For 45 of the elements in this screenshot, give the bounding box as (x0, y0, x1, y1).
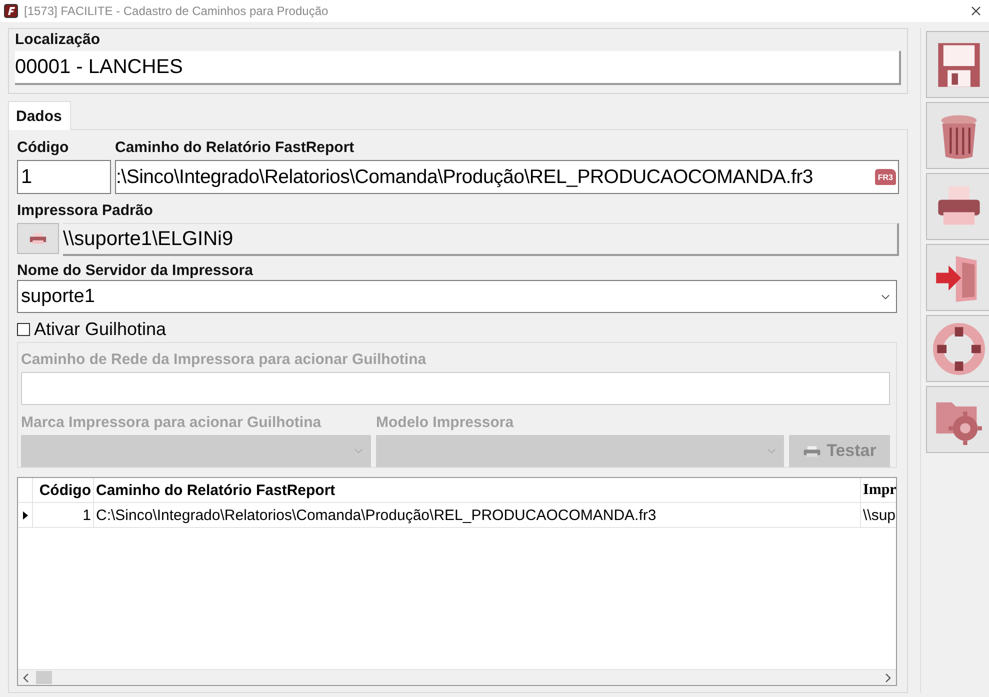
scroll-thumb[interactable] (36, 671, 52, 684)
delete-button[interactable] (926, 102, 989, 169)
input-field[interactable]: :\Sinco\Integrado\Relatorios\Comanda\Produção\REL_PRODUCAOCOMANDA.fr3 FR3 (115, 160, 899, 194)
config-button[interactable] (926, 386, 989, 453)
field-label: Localização (15, 31, 102, 49)
help-button[interactable] (926, 315, 989, 382)
field-label: Nome do Servidor da Impressora (17, 262, 254, 280)
printer-button[interactable] (17, 223, 59, 254)
checkbox[interactable] (17, 323, 30, 336)
field-label: Marca Impressora para acionar Guilhotina (21, 414, 322, 432)
printer-icon (29, 232, 47, 245)
window-title: [1573] FACILITE - Cadastro de Caminhos para Produção (24, 4, 330, 18)
chevron-down-icon (767, 448, 776, 454)
field-label: Caminho de Rede da Impressora para acionar Guilhotina (21, 351, 428, 369)
horizontal-scrollbar[interactable] (18, 669, 896, 685)
print-button[interactable] (926, 173, 989, 240)
checkbox-label: Ativar Guilhotina (34, 319, 166, 340)
tab[interactable]: Dados (8, 101, 71, 130)
input-field[interactable]: \\suporte1\ELGINi9 (63, 223, 899, 256)
dropdown[interactable]: suporte1 (17, 280, 897, 313)
folder-file-button[interactable]: FR3 (874, 169, 896, 185)
chevron-down-icon (354, 448, 363, 454)
location-field[interactable]: 00001 - LANCHES (15, 51, 901, 85)
table-cell-text: \\sup (862, 506, 896, 526)
field-label: Código (17, 139, 70, 157)
lifebuoy-icon (933, 322, 985, 374)
input-field[interactable]: 1 (17, 160, 111, 194)
printer-icon (802, 444, 821, 458)
app-logo-icon (4, 4, 18, 18)
save-button[interactable] (926, 31, 989, 98)
input-field[interactable] (21, 372, 890, 405)
close-icon[interactable] (971, 6, 981, 16)
exit-button[interactable] (926, 244, 989, 311)
scroll-left-icon[interactable] (22, 672, 30, 682)
column-header[interactable]: Impr (861, 478, 896, 502)
table-cell: C:\Sinco\Integrado\Relatorios\Comanda\Produção\REL_PRODUCAOCOMANDA.fr3 (94, 503, 861, 527)
field-label: Caminho do Relatório FastReport (115, 139, 356, 157)
table-cell: 1 (33, 503, 94, 527)
field-label: Impressora Padrão (17, 202, 154, 220)
column-header[interactable]: Código (33, 478, 94, 502)
field-label: Modelo Impressora (376, 414, 515, 432)
column-header[interactable]: Caminho do Relatório FastReport (94, 478, 861, 502)
scroll-right-icon[interactable] (884, 672, 892, 682)
field-value: :\Sinco\Integrado\Relatorios\Comanda\Produção\REL_PRODUCAOCOMANDA.fr3 (116, 166, 813, 188)
chevron-down-icon (881, 294, 890, 300)
